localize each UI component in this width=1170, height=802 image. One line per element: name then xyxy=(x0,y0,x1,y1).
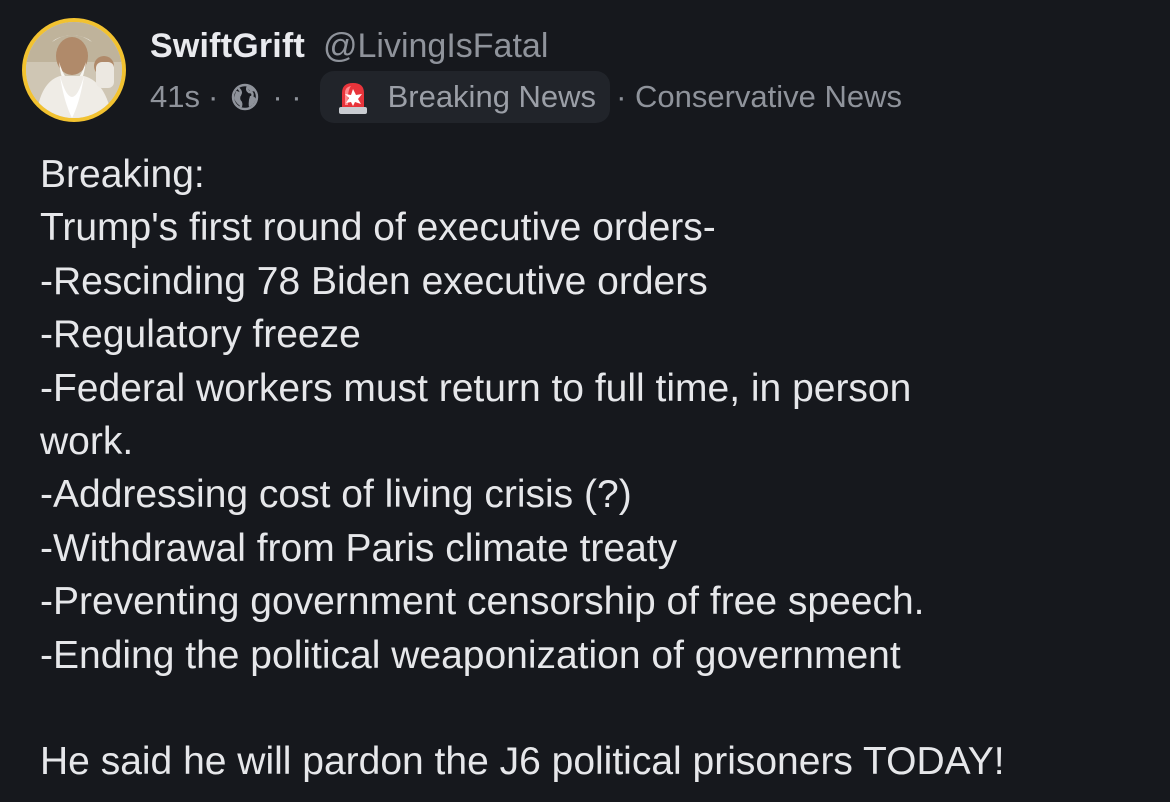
post-line: -Ending the political weaponization of g… xyxy=(40,633,901,677)
post-blank-line xyxy=(40,682,1150,735)
post-body: Breaking: Trump's first round of executi… xyxy=(40,148,1150,789)
author-row: SwiftGrift @LivingIsFatal xyxy=(150,24,548,68)
meta-ellipsis: · · xyxy=(272,79,302,114)
post-line: -Preventing government censorship of fre… xyxy=(40,580,925,624)
post-line: -Rescinding 78 Biden executive orders xyxy=(40,259,708,303)
post-line: -Withdrawal from Paris climate treaty xyxy=(40,526,678,570)
group-name: Breaking News xyxy=(387,79,597,114)
post-line: He said he will pardon the J6 political … xyxy=(40,740,1005,784)
post-timestamp[interactable]: 41s xyxy=(150,79,200,115)
post-card: SwiftGrift @LivingIsFatal 41s · · · Brea… xyxy=(0,0,1170,802)
avatar-image xyxy=(26,22,122,118)
post-category[interactable]: · Conservative News xyxy=(616,79,902,115)
post-line: -Regulatory freeze xyxy=(40,313,361,357)
post-line: Trump's first round of executive orders- xyxy=(40,206,716,250)
author-display-name[interactable]: SwiftGrift xyxy=(150,27,305,66)
globe-icon xyxy=(230,82,260,112)
meta-separator: · xyxy=(207,79,219,114)
post-meta: 41s · · · Breaking News · Conservative N… xyxy=(150,71,902,123)
avatar[interactable] xyxy=(22,18,126,122)
post-line: work. xyxy=(40,419,134,463)
group-badge[interactable]: Breaking News xyxy=(319,71,611,123)
siren-icon xyxy=(336,79,370,115)
author-handle[interactable]: @LivingIsFatal xyxy=(323,27,548,66)
post-line: -Addressing cost of living crisis (?) xyxy=(40,473,632,517)
post-line: -Federal workers must return to full tim… xyxy=(40,366,912,410)
post-line: Breaking: xyxy=(40,153,205,196)
